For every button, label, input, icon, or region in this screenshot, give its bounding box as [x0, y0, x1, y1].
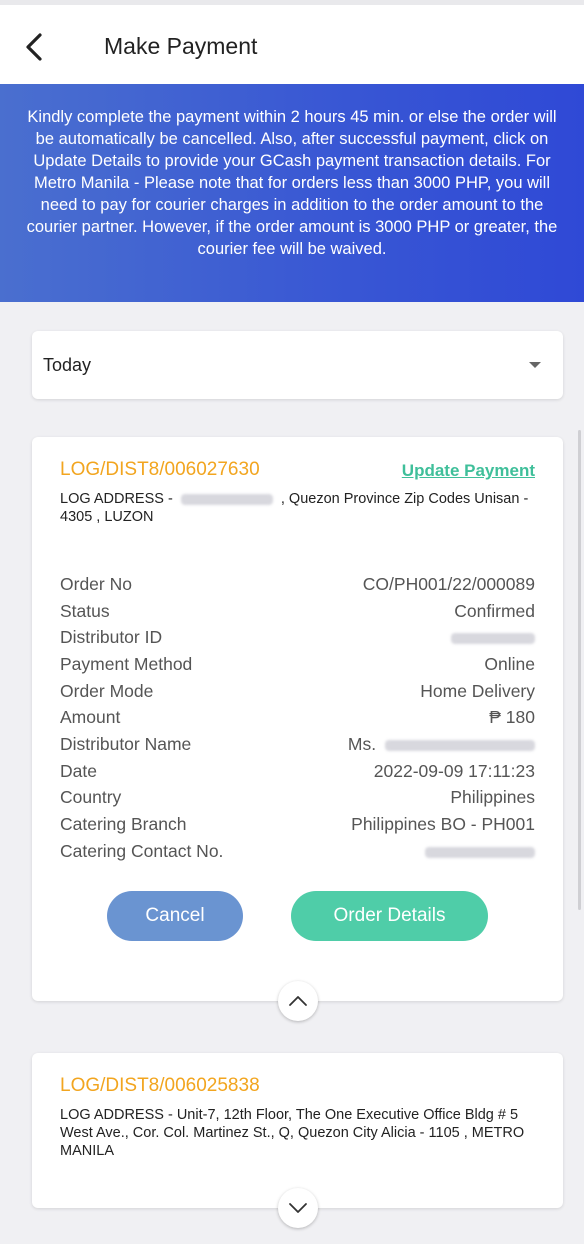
detail-label: Status: [60, 600, 110, 621]
detail-row-date: Date 2022-09-09 17:11:23: [60, 758, 535, 785]
redacted-distributor-id: [451, 627, 535, 648]
order-address: LOG ADDRESS - , Quezon Province Zip Code…: [60, 490, 540, 526]
expand-card-button[interactable]: [278, 1188, 318, 1228]
date-filter-select[interactable]: Today: [32, 331, 563, 399]
detail-value: Philippines BO - PH001: [351, 814, 535, 835]
detail-label: Date: [60, 760, 97, 781]
detail-value: Home Delivery: [420, 680, 535, 701]
detail-label: Distributor Name: [60, 733, 192, 754]
detail-value: ₱ 180: [489, 707, 535, 728]
detail-row-payment-method: Payment Method Online: [60, 651, 535, 678]
detail-row-catering-contact: Catering Contact No.: [60, 838, 535, 865]
detail-row-catering-branch: Catering Branch Philippines BO - PH001: [60, 811, 535, 838]
payment-notice-banner: Kindly complete the payment within 2 hou…: [0, 84, 584, 302]
detail-row-distributor-id: Distributor ID: [60, 624, 535, 651]
page-title: Make Payment: [104, 33, 258, 59]
detail-row-distributor-name: Distributor Name Ms.: [60, 731, 535, 758]
detail-value: Online: [484, 653, 535, 674]
detail-label: Amount: [60, 707, 121, 728]
order-id: LOG/DIST8/006027630: [60, 459, 260, 480]
back-button[interactable]: [18, 27, 50, 67]
detail-value-name: Ms.: [348, 734, 535, 755]
chevron-down-icon: [289, 1203, 307, 1213]
top-app-bar: Make Payment: [0, 0, 584, 84]
chevron-up-icon: [289, 996, 307, 1006]
detail-label: Order Mode: [60, 680, 154, 701]
detail-label: Distributor ID: [60, 627, 163, 648]
detail-row-order-mode: Order Mode Home Delivery: [60, 678, 535, 705]
detail-label: Catering Branch: [60, 814, 187, 835]
detail-value: Philippines: [450, 787, 535, 808]
caret-down-icon: [529, 362, 541, 368]
order-address: LOG ADDRESS - Unit-7, 12th Floor, The On…: [60, 1107, 525, 1159]
cancel-order-button[interactable]: Cancel: [107, 891, 243, 941]
order-details-list: Order No CO/PH001/22/000089 Status Confi…: [60, 571, 535, 865]
detail-label: Country: [60, 787, 122, 808]
redacted-contact-number: [425, 841, 535, 862]
order-id: LOG/DIST8/006025838: [60, 1075, 260, 1096]
detail-label: Payment Method: [60, 653, 193, 674]
detail-row-country: Country Philippines: [60, 785, 535, 812]
collapse-card-button[interactable]: [278, 981, 318, 1021]
address-prefix: LOG ADDRESS -: [60, 491, 173, 507]
detail-value: Confirmed: [454, 600, 535, 621]
scrollbar[interactable]: [578, 430, 581, 910]
detail-value: 2022-09-09 17:11:23: [373, 760, 535, 781]
detail-label: Order No: [60, 573, 132, 594]
name-title: Ms.: [347, 733, 377, 754]
redacted-name: [385, 739, 535, 751]
date-filter-value: Today: [43, 355, 92, 375]
order-card: LOG/DIST8/006025838 LOG ADDRESS - Unit-7…: [32, 1053, 563, 1208]
detail-value: CO/PH001/22/000089: [362, 573, 535, 594]
detail-row-status: Status Confirmed: [60, 598, 535, 625]
update-payment-link[interactable]: Update Payment: [402, 461, 535, 481]
order-details-button[interactable]: Order Details: [291, 891, 488, 941]
detail-row-order-no: Order No CO/PH001/22/000089: [60, 571, 535, 598]
redacted-address: [180, 493, 273, 505]
chevron-left-icon: [26, 33, 42, 61]
detail-label: Catering Contact No.: [60, 840, 224, 861]
detail-row-amount: Amount ₱ 180: [60, 704, 535, 731]
order-card: LOG/DIST8/006027630 Update Payment LOG A…: [32, 437, 563, 1001]
